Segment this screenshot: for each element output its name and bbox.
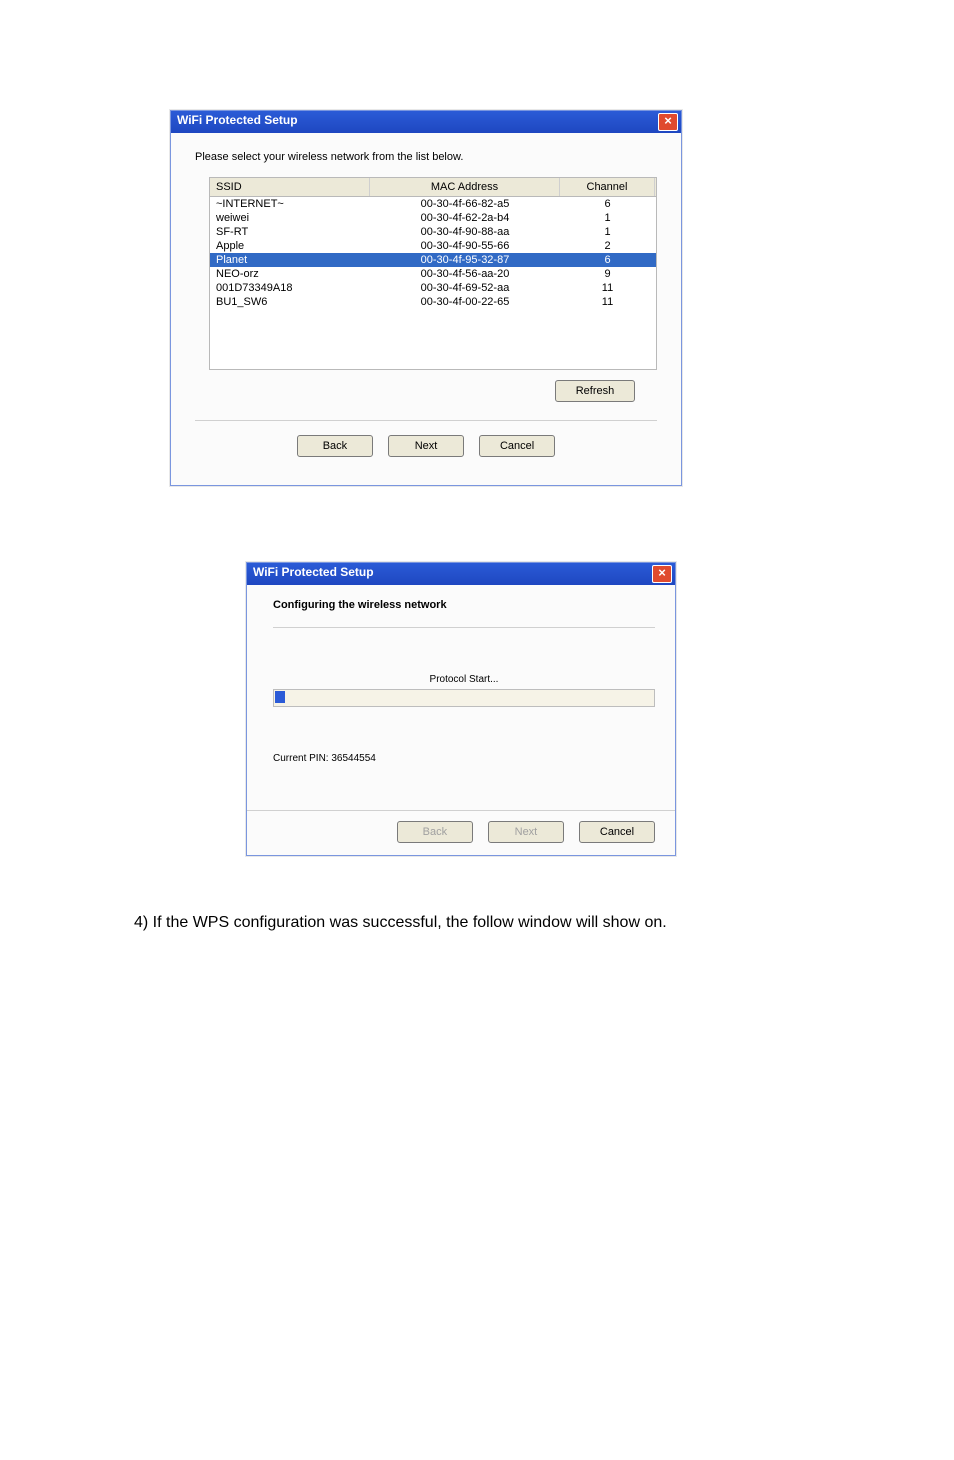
- cell-channel: 2: [560, 239, 655, 253]
- cell-channel: 11: [560, 281, 655, 295]
- progress-fill: [275, 691, 285, 703]
- close-icon: ×: [664, 113, 672, 128]
- cell-ssid: 001D73349A18: [210, 281, 370, 295]
- instruction-text: Please select your wireless network from…: [195, 151, 657, 163]
- dialog-buttons: Back Next Cancel: [195, 420, 657, 471]
- list-header: SSID MAC Address Channel: [209, 177, 657, 197]
- current-pin-text: Current PIN: 36544554: [273, 753, 655, 764]
- titlebar: WiFi Protected Setup ×: [247, 563, 675, 585]
- cell-channel: 6: [560, 253, 655, 267]
- cell-ssid: SF-RT: [210, 225, 370, 239]
- network-row[interactable]: BU1_SW600-30-4f-00-22-6511: [210, 295, 656, 309]
- cell-mac: 00-30-4f-62-2a-b4: [370, 211, 560, 225]
- network-row[interactable]: 001D73349A1800-30-4f-69-52-aa11: [210, 281, 656, 295]
- status-text: Protocol Start...: [273, 674, 655, 685]
- cancel-button[interactable]: Cancel: [479, 435, 555, 457]
- cell-channel: 1: [560, 211, 655, 225]
- cell-channel: 6: [560, 197, 655, 211]
- cell-ssid: ~INTERNET~: [210, 197, 370, 211]
- network-row[interactable]: SF-RT00-30-4f-90-88-aa1: [210, 225, 656, 239]
- cell-ssid: NEO-orz: [210, 267, 370, 281]
- back-button: Back: [397, 821, 473, 843]
- cell-mac: 00-30-4f-69-52-aa: [370, 281, 560, 295]
- next-button: Next: [488, 821, 564, 843]
- divider: [273, 627, 655, 628]
- network-row[interactable]: weiwei00-30-4f-62-2a-b41: [210, 211, 656, 225]
- network-row[interactable]: Planet00-30-4f-95-32-876: [210, 253, 656, 267]
- cell-mac: 00-30-4f-66-82-a5: [370, 197, 560, 211]
- cell-mac: 00-30-4f-00-22-65: [370, 295, 560, 309]
- cell-mac: 00-30-4f-95-32-87: [370, 253, 560, 267]
- step-caption: 4) If the WPS configuration was successf…: [134, 914, 954, 932]
- network-row[interactable]: ~INTERNET~00-30-4f-66-82-a56: [210, 197, 656, 211]
- cell-mac: 00-30-4f-56-aa-20: [370, 267, 560, 281]
- back-button[interactable]: Back: [297, 435, 373, 457]
- configuring-heading: Configuring the wireless network: [273, 599, 655, 611]
- network-list: SSID MAC Address Channel ~INTERNET~00-30…: [209, 177, 657, 370]
- network-row[interactable]: NEO-orz00-30-4f-56-aa-209: [210, 267, 656, 281]
- close-icon: ×: [658, 565, 666, 580]
- wps-configuring-dialog: WiFi Protected Setup × Configuring the w…: [246, 562, 676, 856]
- close-button[interactable]: ×: [658, 113, 678, 131]
- cell-channel: 1: [560, 225, 655, 239]
- dialog-buttons: Back Next Cancel: [247, 810, 675, 855]
- cell-mac: 00-30-4f-90-88-aa: [370, 225, 560, 239]
- cell-channel: 11: [560, 295, 655, 309]
- wps-select-network-dialog: WiFi Protected Setup × Please select you…: [170, 110, 682, 486]
- progress-bar: [273, 689, 655, 707]
- refresh-button[interactable]: Refresh: [555, 380, 635, 402]
- column-header-ssid[interactable]: SSID: [210, 178, 370, 196]
- column-header-channel[interactable]: Channel: [560, 178, 655, 196]
- cell-ssid: weiwei: [210, 211, 370, 225]
- network-row[interactable]: Apple00-30-4f-90-55-662: [210, 239, 656, 253]
- dialog-title: WiFi Protected Setup: [253, 565, 374, 579]
- cancel-button[interactable]: Cancel: [579, 821, 655, 843]
- close-button[interactable]: ×: [652, 565, 672, 583]
- next-button[interactable]: Next: [388, 435, 464, 457]
- cell-ssid: BU1_SW6: [210, 295, 370, 309]
- dialog-title: WiFi Protected Setup: [177, 113, 298, 127]
- cell-mac: 00-30-4f-90-55-66: [370, 239, 560, 253]
- cell-ssid: Apple: [210, 239, 370, 253]
- titlebar: WiFi Protected Setup ×: [171, 111, 681, 133]
- cell-channel: 9: [560, 267, 655, 281]
- cell-ssid: Planet: [210, 253, 370, 267]
- column-header-mac[interactable]: MAC Address: [370, 178, 560, 196]
